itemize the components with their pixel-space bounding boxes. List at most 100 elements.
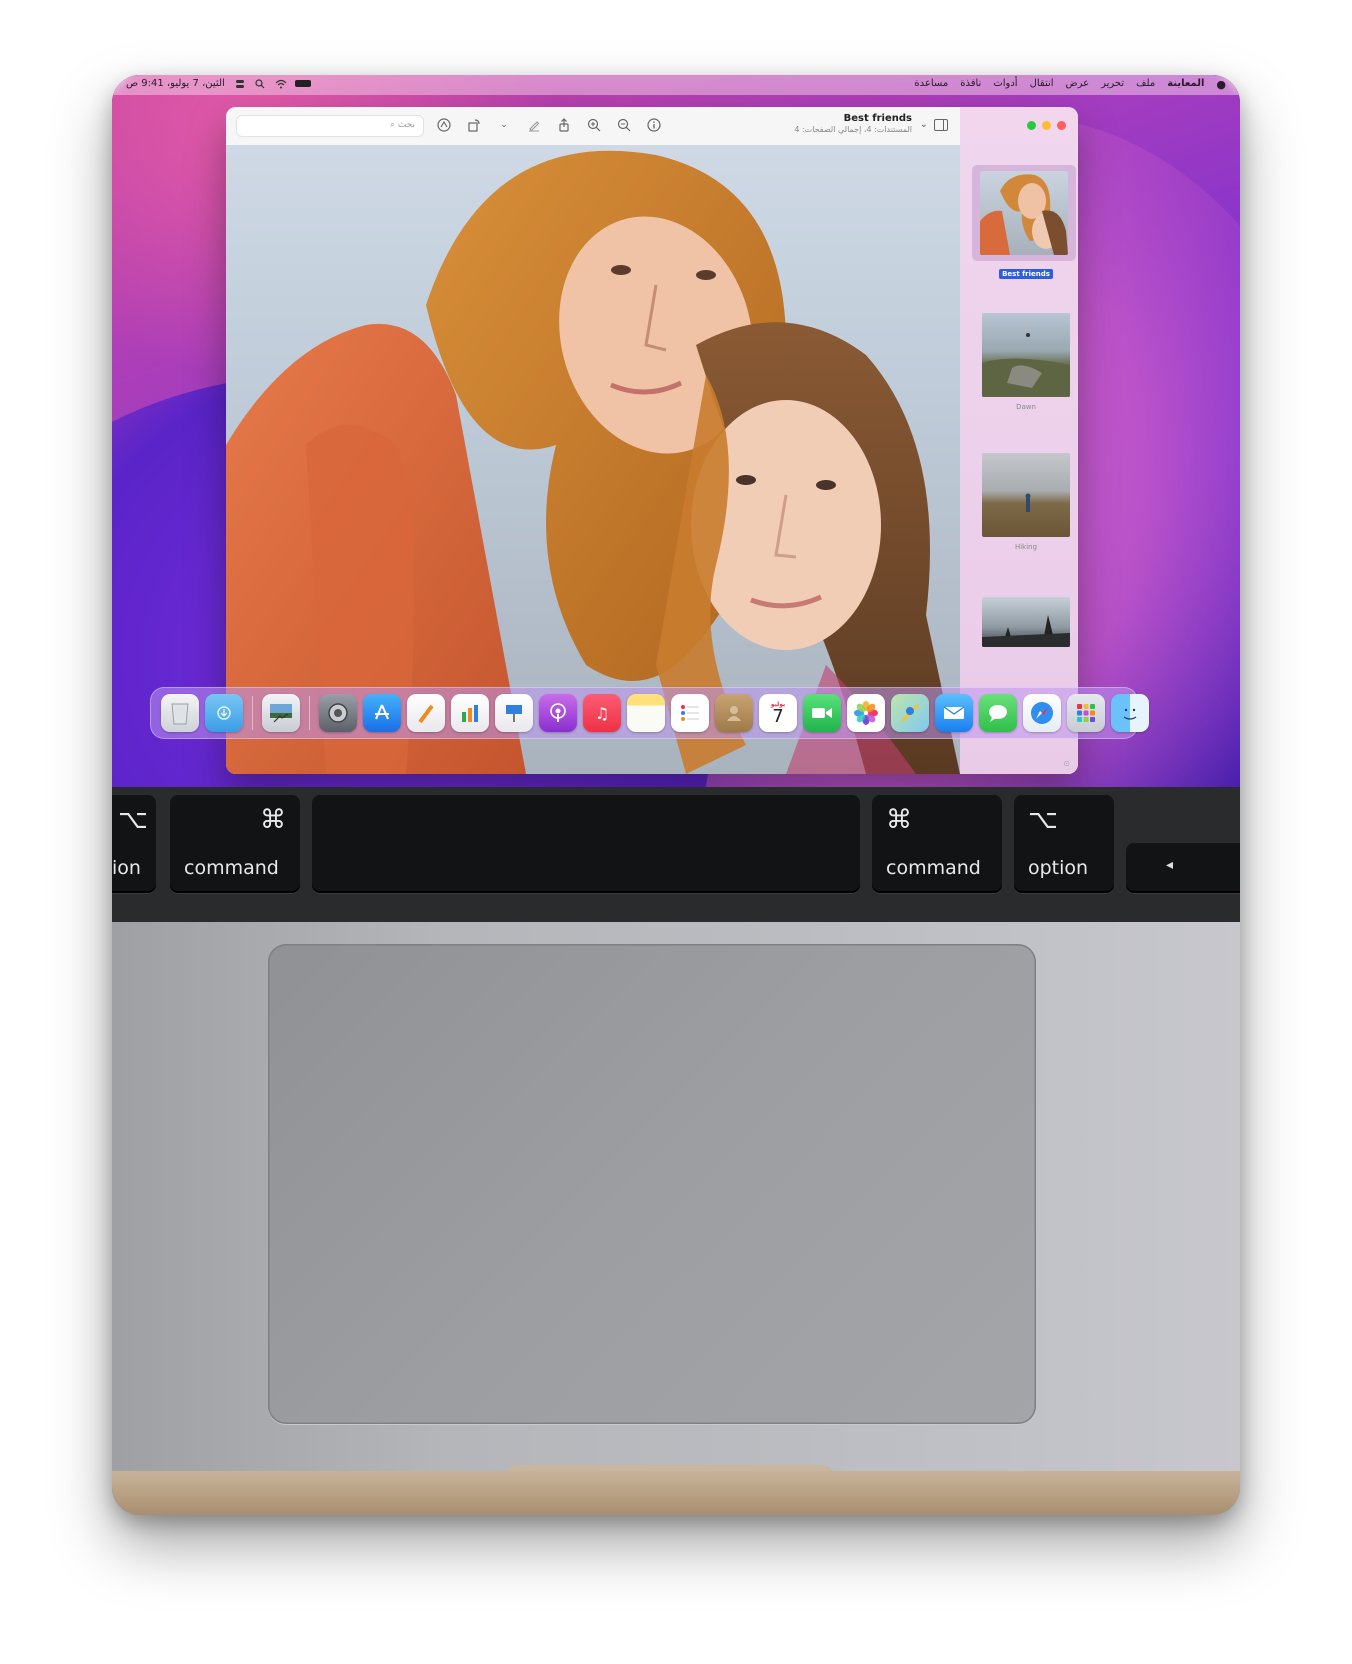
thumbnail-image <box>982 453 1070 537</box>
close-button[interactable] <box>1057 121 1066 130</box>
chevron-down-icon[interactable]: ⌄ <box>496 117 512 133</box>
calendar-icon[interactable]: يوليو 7 <box>759 694 797 732</box>
right-command-key[interactable]: ⌘ command <box>872 795 1002 893</box>
markup-circle-icon[interactable] <box>436 117 452 133</box>
rotate-icon[interactable] <box>466 117 482 133</box>
menu-bar-status: الثين، 7 يوليو، 9:41 ص <box>126 78 311 89</box>
dock-separator <box>252 696 253 730</box>
dock: ♫ يوليو 7 <box>150 687 1149 739</box>
space-bar[interactable] <box>312 795 860 893</box>
preview-window: بحث ⌕ ⌄ Best friends المستندات: 4، إجمال… <box>226 107 1078 774</box>
minimize-button[interactable] <box>1042 121 1051 130</box>
search-input[interactable]: بحث ⌕ <box>236 115 424 137</box>
mail-icon[interactable] <box>935 694 973 732</box>
left-command-key[interactable]: ⌘ command <box>170 795 300 893</box>
menu-item-edit[interactable]: تحرير <box>1101 78 1124 91</box>
share-icon[interactable] <box>556 117 572 133</box>
thumbnail-item[interactable]: Best friends <box>972 165 1078 280</box>
facetime-icon[interactable] <box>803 694 841 732</box>
zoom-out-icon[interactable] <box>616 117 632 133</box>
left-option-key[interactable]: ⌥ ion <box>112 795 156 893</box>
photos-icon[interactable] <box>847 694 885 732</box>
command-symbol: ⌘ <box>886 805 912 835</box>
keyboard: ⌥ ion ⌘ command ⌘ command ⌥ option ◂ <box>112 787 1240 922</box>
finder-icon[interactable] <box>1111 694 1149 732</box>
search-placeholder: بحث ⌕ <box>389 120 415 130</box>
safari-icon[interactable] <box>1023 694 1061 732</box>
document-title-block: Best friends المستندات: 4، إجمالي الصفحا… <box>794 113 912 134</box>
device-frame: ● المعاينة ملف تحرير عرض انتقال أدوات نا… <box>112 75 1240 1515</box>
dock-separator <box>309 696 310 730</box>
window-controls <box>1027 121 1066 130</box>
palm-rest <box>112 922 1240 1515</box>
option-symbol: ⌥ <box>1028 805 1058 835</box>
menu-item-view[interactable]: عرض <box>1066 78 1090 91</box>
maps-icon[interactable] <box>891 694 929 732</box>
thumbnail-label: Dawn <box>1016 403 1036 411</box>
pencil-icon[interactable] <box>526 117 542 133</box>
menu-item-go[interactable]: انتقال <box>1030 78 1054 91</box>
podcasts-icon[interactable] <box>539 694 577 732</box>
trackpad[interactable] <box>268 944 1036 1424</box>
info-icon[interactable] <box>646 117 662 133</box>
app-store-icon[interactable] <box>363 694 401 732</box>
pages-icon[interactable] <box>407 694 445 732</box>
apple-icon[interactable]: ● <box>1216 78 1226 91</box>
spotlight-icon[interactable] <box>255 78 265 89</box>
toolbar-icons: ⌄ <box>436 117 662 133</box>
thumbnail-item[interactable]: Hiking <box>974 453 1078 551</box>
photo-illustration <box>226 150 960 774</box>
menu-app-name[interactable]: المعاينة <box>1167 78 1204 91</box>
screen: ● المعاينة ملف تحرير عرض انتقال أدوات نا… <box>112 75 1240 787</box>
thumbnail-label: Hiking <box>1014 543 1038 551</box>
wifi-icon[interactable] <box>275 79 287 89</box>
menu-item-tools[interactable]: أدوات <box>993 78 1017 91</box>
menu-bar-menus: ● المعاينة ملف تحرير عرض انتقال أدوات نا… <box>914 78 1226 91</box>
trash-icon[interactable] <box>161 694 199 732</box>
document-subtitle: المستندات: 4، إجمالي الصفحات: 4 <box>794 125 912 134</box>
document-title: Best friends <box>843 113 912 124</box>
control-center-icon[interactable] <box>235 79 245 89</box>
right-command-label: command <box>886 857 981 879</box>
title-chevron-icon[interactable]: ⌄ <box>920 119 928 130</box>
thumbnail-image <box>980 171 1068 255</box>
messages-icon[interactable] <box>979 694 1017 732</box>
contacts-icon[interactable] <box>715 694 753 732</box>
menu-bar: ● المعاينة ملف تحرير عرض انتقال أدوات نا… <box>112 75 1240 95</box>
sidebar-toggle-icon[interactable] <box>934 119 948 131</box>
resize-handle-icon[interactable]: ⊙ <box>1063 759 1070 768</box>
thumbnail-selection <box>972 165 1076 261</box>
window-toolbar: بحث ⌕ ⌄ Best friends المستندات: 4، إجمال… <box>226 107 960 146</box>
thumbnail-item[interactable]: Dawn <box>974 313 1078 411</box>
zoom-in-icon[interactable] <box>586 117 602 133</box>
thumbnail-image <box>982 597 1070 647</box>
option-symbol: ⌥ <box>118 805 148 835</box>
numbers-icon[interactable] <box>451 694 489 732</box>
right-option-key[interactable]: ⌥ option <box>1014 795 1114 893</box>
notes-icon[interactable] <box>627 694 665 732</box>
downloads-folder-icon[interactable] <box>205 694 243 732</box>
keynote-icon[interactable] <box>495 694 533 732</box>
maximize-button[interactable] <box>1027 121 1036 130</box>
left-arrow-key[interactable]: ◂ <box>1126 843 1240 893</box>
thumbnail-item[interactable] <box>974 597 1078 647</box>
battery-icon[interactable] <box>294 80 311 87</box>
command-symbol: ⌘ <box>260 805 286 835</box>
reminders-icon[interactable] <box>671 694 709 732</box>
thumbnail-sidebar: Best friends Dawn Hiking ⊙ <box>960 107 1078 774</box>
preview-icon[interactable] <box>262 694 300 732</box>
launchpad-icon[interactable] <box>1067 694 1105 732</box>
left-option-label: ion <box>112 857 141 879</box>
desk-surface <box>112 1471 1240 1515</box>
left-command-label: command <box>184 857 279 879</box>
menu-item-window[interactable]: نافذة <box>960 78 981 91</box>
thumbnail-label: Best friends <box>999 269 1053 279</box>
music-icon[interactable]: ♫ <box>583 694 621 732</box>
thumbnail-image <box>982 313 1070 397</box>
menu-item-file[interactable]: ملف <box>1136 78 1155 91</box>
main-photo <box>226 145 960 774</box>
calendar-day: 7 <box>772 705 784 727</box>
system-preferences-icon[interactable] <box>319 694 357 732</box>
menu-clock[interactable]: الثين، 7 يوليو، 9:41 ص <box>126 78 225 89</box>
menu-item-help[interactable]: مساعدة <box>914 78 948 91</box>
